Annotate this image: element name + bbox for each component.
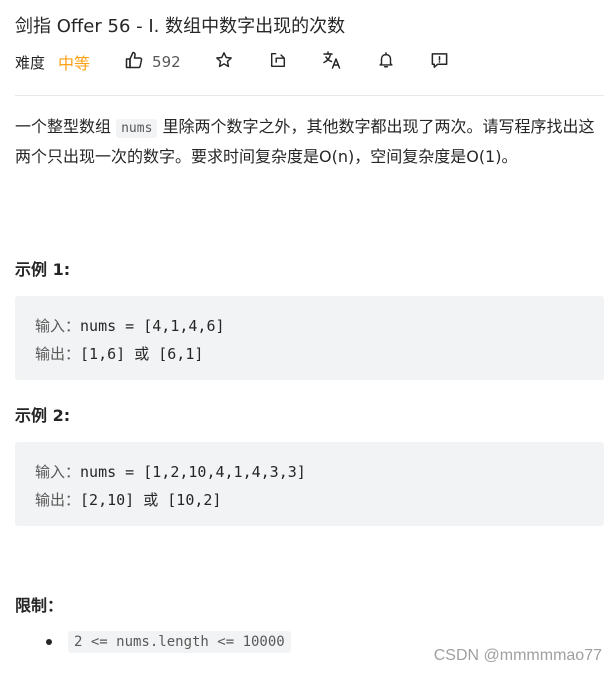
header-divider: [15, 95, 604, 96]
translate-icon: [322, 50, 342, 74]
example-code-block: 输入：nums = [4,1,4,6] 输出：[1,6] 或 [6,1]: [15, 296, 604, 380]
example-code-block: 输入：nums = [1,2,10,4,1,4,3,3] 输出：[2,10] 或…: [15, 442, 604, 526]
input-label: 输入：: [35, 317, 81, 335]
translate-button[interactable]: [321, 51, 343, 73]
list-item: 2 <= nums.length <= 10000: [46, 631, 291, 653]
bell-icon: [377, 51, 395, 73]
example-title: 示例 1:: [15, 260, 71, 279]
problem-description: 一个整型数组 nums 里除两个数字之外，其他数字都出现了两次。请写程序找出这两…: [15, 113, 603, 171]
input-value: nums = [1,2,10,4,1,4,3,3]: [80, 463, 306, 481]
difficulty-badge: 中等: [58, 54, 91, 73]
like-count: 592: [152, 53, 181, 71]
problem-meta-bar: 难度 中等 592: [15, 48, 451, 76]
favorite-button[interactable]: [213, 51, 235, 73]
input-value: nums = [4,1,4,6]: [80, 317, 225, 335]
difficulty-label: 难度: [15, 53, 46, 72]
watermark: CSDN @mmmmmao77: [433, 647, 602, 664]
bullet-icon: [46, 639, 52, 645]
description-text: 一个整型数组: [15, 117, 117, 136]
output-value: [1,6] 或 [6,1]: [80, 345, 204, 363]
feedback-button[interactable]: [429, 51, 451, 73]
example-title: 示例 2:: [15, 406, 71, 425]
input-label: 输入：: [35, 463, 81, 481]
limits-title: 限制：: [15, 596, 64, 615]
share-icon: [269, 51, 287, 73]
constraint-code: 2 <= nums.length <= 10000: [68, 631, 291, 653]
inline-code: nums: [116, 119, 158, 138]
subscribe-button[interactable]: [375, 51, 397, 73]
feedback-icon: [430, 51, 449, 74]
output-value: [2,10] 或 [10,2]: [80, 491, 222, 509]
like-button[interactable]: 592: [124, 50, 181, 74]
problem-title: 剑指 Offer 56 - I. 数组中数字出现的次数: [15, 16, 346, 37]
output-label: 输出：: [35, 345, 81, 363]
thumbs-up-icon: [124, 50, 144, 74]
share-button[interactable]: [267, 51, 289, 73]
output-label: 输出：: [35, 491, 81, 509]
star-icon: [215, 51, 233, 73]
